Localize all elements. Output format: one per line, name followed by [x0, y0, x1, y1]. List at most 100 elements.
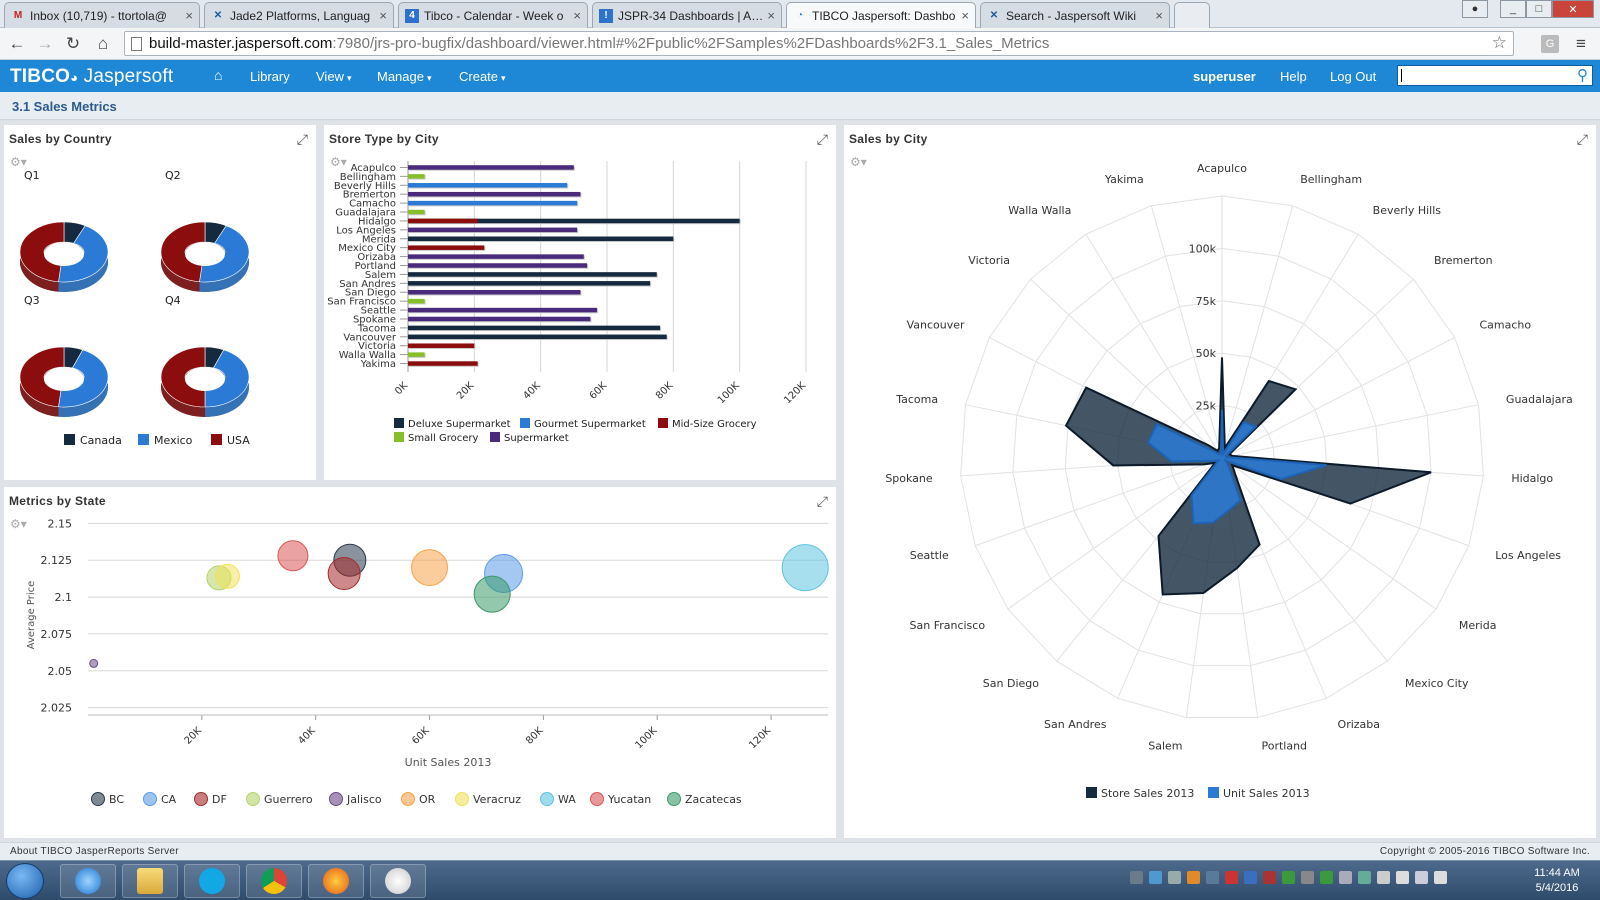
taskbar-explorer[interactable] — [122, 864, 178, 898]
nav-create[interactable]: Create ▾ — [459, 69, 506, 84]
legend-label: Guerrero — [264, 793, 313, 806]
tray-icon[interactable] — [1320, 871, 1333, 884]
text-cursor — [1401, 69, 1402, 82]
monitor-icon[interactable] — [1415, 871, 1428, 884]
help-link[interactable]: Help — [1280, 69, 1307, 84]
bar-chart: 0K 20K 40K 60K 80K 100K 120KAcapulcoBellingham… — [327, 161, 808, 444]
legend-label: Yucatan — [607, 793, 651, 806]
taskbar-ie[interactable] — [60, 864, 116, 898]
browser-tab-jaspersoft[interactable]: ◔ TIBCO Jaspersoft: Dashbo × — [786, 2, 976, 28]
tray-icon[interactable] — [1187, 871, 1200, 884]
legend-label: Jalisco — [346, 793, 382, 806]
nav-view[interactable]: View ▾ — [316, 69, 351, 84]
back-icon[interactable]: ← — [6, 33, 28, 55]
tray-icon[interactable] — [1358, 871, 1371, 884]
radar-label: San Francisco — [910, 619, 986, 632]
bar-los-angeles — [408, 227, 578, 233]
flag-icon[interactable] — [1377, 871, 1390, 884]
volume-icon[interactable] — [1434, 871, 1447, 884]
browser-tab-jira[interactable]: ✕ Jade2 Platforms, Languag × — [204, 2, 394, 28]
close-tab-icon[interactable]: × — [1155, 8, 1163, 23]
browser-tab-wiki[interactable]: ✕ Search - Jaspersoft Wiki × — [980, 2, 1170, 28]
bookmark-star-icon[interactable]: ☆ — [1492, 33, 1507, 53]
minimize-icon[interactable]: _ — [1500, 0, 1526, 18]
nav-library[interactable]: Library — [250, 69, 290, 84]
tray-icon[interactable] — [1244, 871, 1257, 884]
nav-manage[interactable]: Manage ▾ — [377, 69, 432, 84]
tray-icon[interactable] — [1130, 871, 1143, 884]
legend-swatch — [1208, 787, 1219, 798]
legend-label: Veracruz — [473, 793, 521, 806]
tray-icon[interactable] — [1149, 871, 1162, 884]
bar-tacoma — [408, 325, 661, 331]
panel-metrics-by-state: Metrics by State ⤢ ⚙▾ 2.15 2.125 2.1 2.075 2… — [4, 487, 836, 838]
jira-x-icon: ✕ — [989, 10, 999, 21]
radar-label: Merida — [1459, 619, 1497, 632]
close-tab-icon[interactable]: × — [961, 8, 969, 23]
radar-label: Bremerton — [1434, 254, 1493, 267]
legend-label: CA — [161, 793, 177, 806]
firefox-icon — [323, 868, 349, 894]
x-tick-label: 20K — [183, 725, 205, 747]
browser-tab-aha[interactable]: ! JSPR-34 Dashboards | Aha! × — [592, 2, 782, 28]
taskbar-firefox[interactable] — [308, 864, 364, 898]
radar-label: Guadalajara — [1506, 393, 1573, 406]
bar-yakima — [408, 361, 478, 366]
new-tab-button[interactable] — [1174, 2, 1210, 28]
forward-icon[interactable]: → — [34, 33, 56, 55]
x-tick-label: 120K — [747, 725, 773, 751]
bar-beverly-hills — [408, 183, 568, 188]
x-tick-label: 120K — [782, 380, 808, 406]
jaspersoft-logo[interactable]: TIBCO◕ Jaspersoft — [10, 66, 173, 88]
tray-icon[interactable] — [1225, 871, 1238, 884]
gmail-icon: M — [13, 10, 23, 21]
radar-label: Hidalgo — [1511, 472, 1553, 485]
paint-icon — [385, 868, 411, 894]
taskbar-paint[interactable] — [370, 864, 426, 898]
radar-label: Tacoma — [895, 393, 938, 406]
home-icon[interactable]: ⌂ — [92, 33, 114, 55]
close-tab-icon[interactable]: × — [379, 8, 387, 23]
legend-marker — [540, 792, 554, 806]
home-icon[interactable]: ⌂ — [214, 67, 222, 83]
reload-icon[interactable]: ↻ — [62, 33, 84, 55]
close-tab-icon[interactable]: × — [573, 8, 581, 23]
browser-tab-gmail[interactable]: M Inbox (10,719) - ttortola@ × — [4, 2, 200, 28]
chevron-down-icon: ▾ — [346, 73, 352, 83]
user-name[interactable]: superuser — [1193, 69, 1256, 84]
browser-tab-calendar[interactable]: 4 Tibco - Calendar - Week o × — [398, 2, 588, 28]
taskbar-skype[interactable] — [184, 864, 240, 898]
tray-icon[interactable] — [1301, 871, 1314, 884]
logout-link[interactable]: Log Out — [1330, 69, 1376, 84]
tray-icon[interactable] — [1206, 871, 1219, 884]
close-window-icon[interactable]: ✕ — [1552, 0, 1594, 18]
clock[interactable]: 11:44 AM 5/4/2016 — [1522, 866, 1592, 896]
legend-label: Mexico — [154, 434, 193, 447]
user-icon[interactable]: ● — [1462, 0, 1488, 18]
panel-store-type-by-city: Store Type by City ⤢ ⚙▾ 0K 20K 40K 60K 80K 10… — [324, 125, 836, 480]
tray-icon[interactable] — [1168, 871, 1181, 884]
radar-series-store-sales-2013 — [1064, 357, 1432, 596]
about-link[interactable]: About TIBCO JasperReports Server — [10, 846, 179, 857]
radar-label: Vancouver — [907, 319, 965, 332]
extension-icon[interactable]: G — [1541, 35, 1559, 53]
taskbar-chrome[interactable] — [246, 864, 302, 898]
menu-icon[interactable]: ≡ — [1570, 33, 1592, 55]
windows-start-icon[interactable] — [6, 863, 44, 899]
tray-icon[interactable] — [1263, 871, 1276, 884]
maximize-icon[interactable]: □ — [1526, 0, 1552, 18]
donut-charts: Q1 Q2 Q3 Q4 Canada Mexico USA — [19, 169, 250, 447]
close-tab-icon[interactable]: × — [767, 8, 775, 23]
address-bar[interactable]: build-master.jaspersoft.com:7980/jrs-pro… — [124, 31, 1514, 56]
tray-icon[interactable] — [1339, 871, 1352, 884]
legend-marker — [455, 792, 469, 806]
radar-r-tick: 25k — [1196, 400, 1217, 413]
legend-marker — [143, 792, 157, 806]
close-tab-icon[interactable]: × — [185, 8, 193, 23]
search-input[interactable]: ⚲ — [1397, 65, 1593, 86]
radar-label: San Andres — [1044, 718, 1107, 731]
search-icon[interactable]: ⚲ — [1577, 66, 1588, 84]
radar-label: Camacho — [1479, 319, 1531, 332]
network-icon[interactable] — [1396, 871, 1409, 884]
tray-icon[interactable] — [1282, 871, 1295, 884]
